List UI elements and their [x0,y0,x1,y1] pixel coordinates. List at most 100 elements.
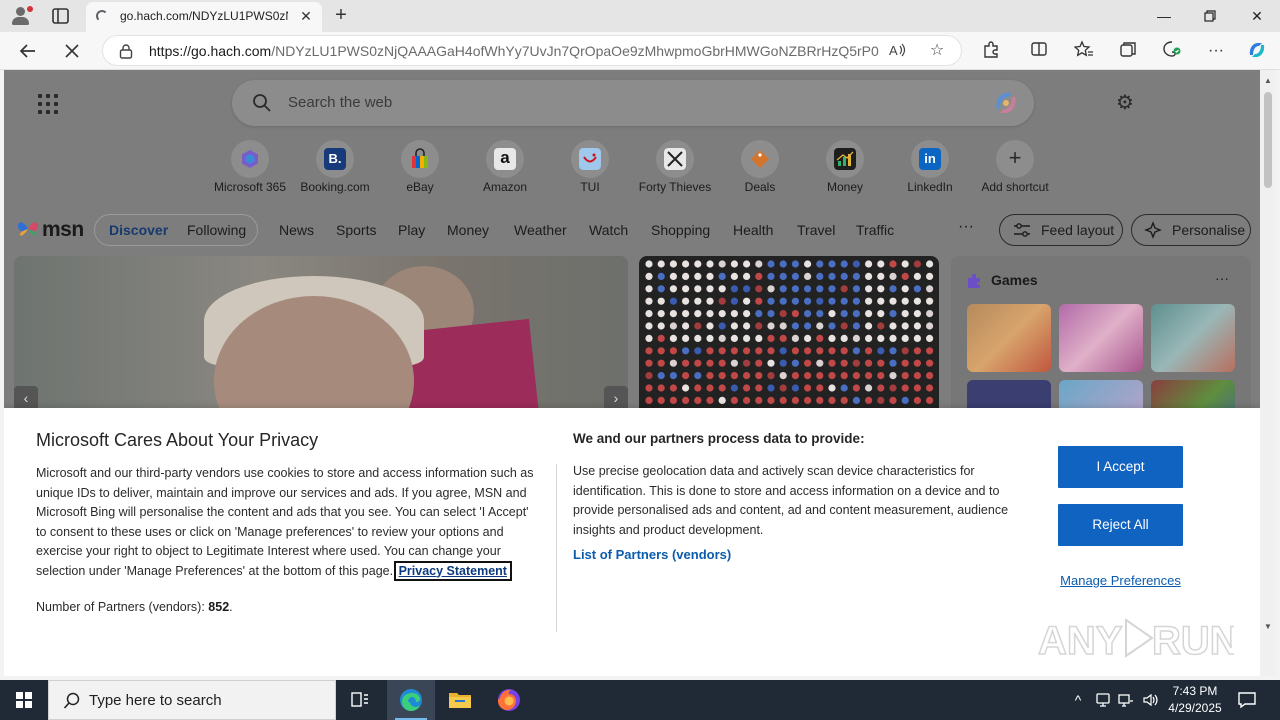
shortcut-tui[interactable]: TUI [547,140,633,196]
taskbar-search-box[interactable]: Type here to search [48,680,336,720]
browser-essentials-icon[interactable] [1161,40,1183,62]
game-thumbnail[interactable] [1059,304,1143,372]
minimize-button[interactable]: — [1141,0,1187,32]
taskbar-edge[interactable] [387,680,435,720]
profile-icon[interactable] [10,6,33,26]
lock-icon[interactable] [119,43,133,59]
search-input[interactable]: Search the web [288,94,392,111]
matrix-dot [828,359,836,367]
nav-more-icon[interactable]: ··· [958,218,974,236]
volume-icon[interactable] [1141,690,1159,710]
shortcut-ebay[interactable]: eBay [377,140,463,196]
scroll-up-icon[interactable]: ▲ [1264,76,1272,85]
taskbar-search-input[interactable]: Type here to search [89,692,222,709]
address-bar[interactable]: https://go.hach.com/NDYzLU1PWS0zNjQAAAGa… [102,35,962,66]
task-view-button[interactable] [336,680,384,720]
msn-logo[interactable]: msn [16,216,86,242]
show-hidden-icons-chevron-icon[interactable]: ^ [1070,690,1086,710]
split-screen-icon[interactable] [1028,40,1050,62]
taskbar-file-explorer[interactable] [436,680,484,720]
network-icon[interactable] [1117,690,1135,710]
page-scrollbar[interactable]: ▲ ▼ [1260,70,1276,676]
tab-following[interactable]: Following [187,222,246,238]
scroll-down-icon[interactable]: ▼ [1264,622,1272,631]
carousel-next-icon[interactable]: › [604,386,628,408]
games-more-icon[interactable]: ··· [1215,270,1229,286]
nav-news[interactable]: News [279,222,314,238]
favorites-icon[interactable] [1073,40,1095,62]
shortcut-add[interactable]: + Add shortcut [972,140,1058,196]
taskbar-firefox[interactable] [485,680,533,720]
accept-button[interactable]: I Accept [1058,446,1183,488]
copilot-icon[interactable] [992,90,1020,116]
dot-matrix-image-card[interactable] [639,256,939,408]
url-text[interactable]: https://go.hach.com/NDYzLU1PWS0zNjQAAAGa… [149,43,879,59]
page-settings-gear-icon[interactable]: ⚙ [1114,92,1136,114]
privacy-body: Microsoft and our third-party vendors us… [36,466,534,581]
start-button[interactable] [0,680,48,720]
close-tab-icon[interactable]: ✕ [298,8,314,24]
tab-discover[interactable]: Discover [109,222,168,238]
feed-layout-button[interactable]: Feed layout [999,214,1123,246]
personalise-button[interactable]: Personalise [1131,214,1251,246]
active-tab[interactable]: go.hach.com/NDYzLU1PWS0zNjQ ✕ [86,2,322,32]
copilot-sidebar-icon[interactable] [1246,40,1268,62]
shortcut-amazon[interactable]: a Amazon [462,140,548,196]
shortcut-deals[interactable]: Deals [717,140,803,196]
matrix-dot [816,272,824,280]
nav-weather[interactable]: Weather [514,222,567,238]
shortcut-money[interactable]: Money [802,140,888,196]
nav-traffic[interactable]: Traffic [856,222,894,238]
nav-health[interactable]: Health [733,222,773,238]
matrix-dot [791,297,799,305]
manage-preferences-link[interactable]: Manage Preferences [1058,573,1183,588]
read-aloud-icon[interactable]: A [887,41,907,61]
app-launcher-icon[interactable] [38,94,58,114]
shortcut-booking[interactable]: B. Booking.com [292,140,378,196]
shortcut-linkedin[interactable]: in LinkedIn [887,140,973,196]
notification-center-icon[interactable] [1236,690,1258,710]
matrix-dot [913,285,921,293]
matrix-dot [804,359,812,367]
nav-travel[interactable]: Travel [797,222,835,238]
web-search-box[interactable]: Search the web [232,80,1034,126]
nav-money[interactable]: Money [447,222,489,238]
list-of-partners-link[interactable]: List of Partners (vendors) [573,547,731,562]
carousel-prev-icon[interactable]: ‹ [14,386,38,408]
privacy-statement-link[interactable]: Privacy Statement [393,560,512,581]
back-button[interactable] [15,38,41,64]
restore-button[interactable] [1187,0,1233,32]
reject-all-button[interactable]: Reject All [1058,504,1183,546]
collections-icon[interactable] [1117,40,1139,62]
matrix-dot [682,396,690,404]
shortcut-forty-thieves[interactable]: Forty Thieves [632,140,718,196]
system-clock[interactable]: 7:43 PM 4/29/2025 [1162,683,1228,717]
nav-play[interactable]: Play [398,222,425,238]
shortcut-microsoft-365[interactable]: Microsoft 365 [207,140,293,196]
game-thumbnail[interactable] [967,304,1051,372]
scroll-thumb[interactable] [1264,92,1272,188]
favorite-star-icon[interactable]: ☆ [927,41,947,61]
matrix-dot [730,310,738,318]
matrix-dot [730,272,738,280]
matrix-dot [889,372,897,380]
new-tab-button[interactable]: + [330,4,352,26]
matrix-dot [682,372,690,380]
extensions-icon[interactable] [980,40,1002,62]
matrix-dot [767,347,775,355]
game-thumbnail[interactable] [1151,304,1235,372]
stop-loading-button[interactable] [59,38,85,64]
games-card[interactable]: Games ··· [951,256,1251,448]
settings-and-more-icon[interactable]: ··· [1205,40,1227,62]
matrix-dot [816,322,824,330]
tab-actions-icon[interactable] [50,6,72,26]
device-icon[interactable] [1094,690,1112,710]
nav-watch[interactable]: Watch [589,222,628,238]
svg-text:A: A [889,43,898,58]
hero-news-image[interactable]: ‹ › [14,256,628,408]
matrix-dot [877,359,885,367]
nav-sports[interactable]: Sports [336,222,376,238]
nav-shopping[interactable]: Shopping [651,222,710,238]
matrix-dot [730,359,738,367]
close-window-button[interactable]: ✕ [1234,0,1280,32]
